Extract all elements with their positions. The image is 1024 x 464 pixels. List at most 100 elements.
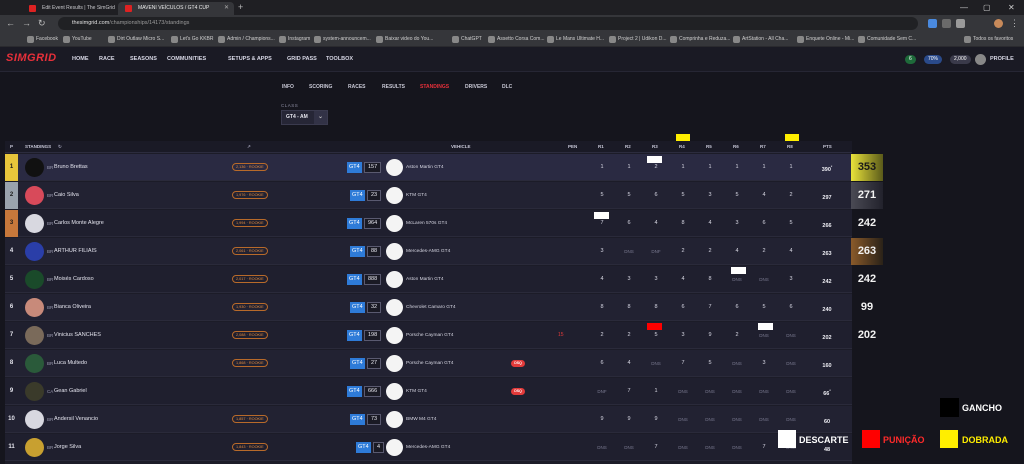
new-tab-button[interactable]: + (238, 2, 243, 13)
tab-info[interactable]: INFO (282, 79, 294, 95)
driver-name[interactable]: Moisés Cardoso (54, 266, 94, 293)
driver-avatar[interactable] (25, 242, 44, 261)
driver-avatar[interactable] (25, 158, 44, 177)
reload-icon[interactable]: ↻ (38, 17, 46, 30)
table-row[interactable]: 4 BR ARTHUR FILIAIS 2,061 · ROOKIE GT4 88 Merc… (5, 238, 852, 265)
extension-icon[interactable] (928, 19, 937, 28)
tab-drivers[interactable]: DRIVERS (465, 79, 487, 95)
nav-toolbox[interactable]: TOOLBOX (326, 47, 353, 72)
coins-badge[interactable]: 2,000 (950, 55, 971, 64)
nav-seasons[interactable]: SEASONS (130, 47, 157, 72)
vehicle-name: Aston Martin GT4 (406, 277, 444, 282)
bookmark-instagram[interactable]: Instagram (279, 32, 310, 47)
nav-setups-apps[interactable]: SETUPS & APPS (228, 47, 272, 72)
browser-tab-standings[interactable]: MAVENI VEÍCULOS / GT4 CUP ✕ (118, 2, 234, 15)
url-field[interactable]: thesimgrid.com/championships/14173/stand… (58, 17, 918, 30)
table-row[interactable]: 8 BR Luca Multedo 1,868 · ROOKIE GT4 27 Porsch… (5, 350, 852, 377)
notification-badge[interactable]: 6 (905, 55, 916, 64)
driver-avatar[interactable] (25, 186, 44, 205)
bookmark-system-announcements[interactable]: system-announcem... (314, 32, 371, 47)
table-row[interactable]: 11 BR Jorge Silva 1,843 · ROOKIE GT4 4 Mercede… (5, 434, 852, 461)
position: 8 (9, 360, 14, 366)
driver-name[interactable]: Luca Multedo (54, 350, 87, 377)
driver-avatar[interactable] (25, 410, 44, 429)
bookmark-admin[interactable]: Admin / Champions... (218, 32, 275, 47)
driver-avatar[interactable] (25, 438, 44, 457)
driver-name[interactable]: Andersil Venancio (54, 406, 98, 433)
driver-name[interactable]: Vinicius SANCHES (54, 322, 101, 349)
nav-profile[interactable]: PROFILE (990, 47, 1014, 72)
table-row[interactable]: 7 BR Vinicius SANCHES 2,088 · ROOKIE GT4 198 P… (5, 322, 852, 349)
nav-home[interactable]: HOME (72, 47, 89, 72)
minimize-icon[interactable]: — (960, 0, 968, 15)
bookmark-le-mans[interactable]: Le Mans Ultimate H... (547, 32, 604, 47)
bookmark-dirt-outlaw[interactable]: Dirt Outlaw Micro S... (108, 32, 164, 47)
driver-name[interactable]: Bruno Brettas (54, 154, 88, 181)
driver-name[interactable]: ARTHUR FILIAIS (54, 238, 97, 265)
driver-name[interactable]: Gean Gabriel (54, 378, 87, 405)
table-row[interactable]: 5 BR Moisés Cardoso 2,017 · ROOKIE GT4 888 Ast… (5, 266, 852, 293)
bookmark-youtube[interactable]: YouTube (63, 32, 92, 47)
back-icon[interactable]: ← (6, 17, 15, 30)
tab-dlc[interactable]: DLC (502, 79, 512, 95)
table-row[interactable]: 3 BR Carlos Monte Alegre 1,994 · ROOKIE GT4 9… (5, 210, 852, 237)
race-result-cell: 3 (627, 276, 631, 282)
nav-grid-pass[interactable]: GRID PASS (287, 47, 317, 72)
tab-races[interactable]: RACES (348, 79, 366, 95)
race-result-cell: DNF (597, 389, 607, 394)
car-brand-icon (386, 243, 403, 260)
bookmark-baixar-video[interactable]: Baixar video do You... (376, 32, 433, 47)
table-row[interactable]: 1 BR Bruno Brettas 2,136 · ROOKIE GT4 157 Asto… (5, 154, 852, 181)
bookmark-lets-go[interactable]: Let's Go KKBR (171, 32, 213, 47)
driver-name[interactable]: Caio Silva (54, 182, 79, 209)
bookmark-enquete[interactable]: Enquete Online - Mi... (797, 32, 854, 47)
country-flag-icon: BR (47, 445, 54, 450)
race-result-cell: 2 (600, 332, 604, 338)
browser-tab-edit-results[interactable]: Edit Event Results | The SimGrid ✕ (22, 2, 132, 15)
class-select[interactable]: GT4 - AM ⌄ (281, 110, 328, 125)
nav-communities[interactable]: COMMUNITIES (167, 47, 206, 72)
tab-standings[interactable]: STANDINGS (420, 79, 449, 95)
maximize-icon[interactable]: ▢ (983, 0, 991, 15)
extension-icon[interactable] (942, 19, 951, 28)
nav-race[interactable]: RACE (99, 47, 115, 72)
driver-avatar[interactable] (25, 270, 44, 289)
table-row[interactable]: 9 CA Gean Gabriel GT4 666 KTM GT4 DSQ DNF 7 1 DNS D… (5, 378, 852, 405)
driver-name[interactable]: Carlos Monte Alegre (54, 210, 104, 237)
bookmark-comprinha[interactable]: Comprinha e Reduza... (670, 32, 730, 47)
bookmark-assetto-corsa[interactable]: Assetto Corsa Com... (488, 32, 545, 47)
bookmark-artstation[interactable]: ArtStation - All Cha... (733, 32, 788, 47)
close-window-icon[interactable]: ✕ (1008, 0, 1015, 15)
driver-avatar[interactable] (25, 214, 44, 233)
progress-badge[interactable]: 70% (924, 55, 943, 64)
race-result-cell: DNS (732, 389, 742, 394)
close-tab-icon[interactable]: ✕ (224, 2, 229, 15)
table-row[interactable]: 10 BR Andersil Venancio 1,857 · ROOKIE GT4 73… (5, 406, 852, 433)
table-row[interactable]: 6 BR Bianca Oliveira 1,930 · ROOKIE GT4 32 Che… (5, 294, 852, 321)
browser-menu-icon[interactable]: ⋮ (1010, 17, 1019, 30)
bookmark-comunidade[interactable]: Comunidade Sem C... (858, 32, 916, 47)
user-avatar[interactable] (975, 54, 986, 65)
tab-results[interactable]: RESULTS (382, 79, 405, 95)
driver-avatar[interactable] (25, 382, 44, 401)
bookmark-project-2[interactable]: Project 2 | Udikon D... (609, 32, 667, 47)
driver-name[interactable]: Jorge Silva (54, 434, 81, 461)
race-result-cell: 3 (708, 192, 712, 198)
driver-avatar[interactable] (25, 354, 44, 373)
refresh-icon[interactable]: ↻ (58, 141, 62, 153)
extensions-puzzle-icon[interactable] (956, 19, 965, 28)
driver-avatar[interactable] (25, 298, 44, 317)
bookmark-all-favorites[interactable]: Todos os favoritos (964, 32, 1013, 47)
forward-icon[interactable]: → (22, 17, 31, 30)
bookmark-chatgpt[interactable]: ChatGPT (452, 32, 482, 47)
driver-name[interactable]: Bianca Oliveira (54, 294, 91, 321)
table-row[interactable]: 2 BR Caio Silva 1,976 · ROOKIE GT4 23 KTM GT4 5… (5, 182, 852, 209)
race-result-cell: 5 (627, 192, 631, 198)
tab-scoring[interactable]: SCORING (309, 79, 332, 95)
car-number: 157 (364, 162, 382, 173)
driver-avatar[interactable] (25, 326, 44, 345)
bookmark-facebook[interactable]: Facebook (27, 32, 58, 47)
total-points: 160 (822, 362, 832, 369)
simgrid-logo[interactable]: SIMGRID (6, 52, 57, 64)
browser-profile-icon[interactable] (994, 19, 1003, 28)
